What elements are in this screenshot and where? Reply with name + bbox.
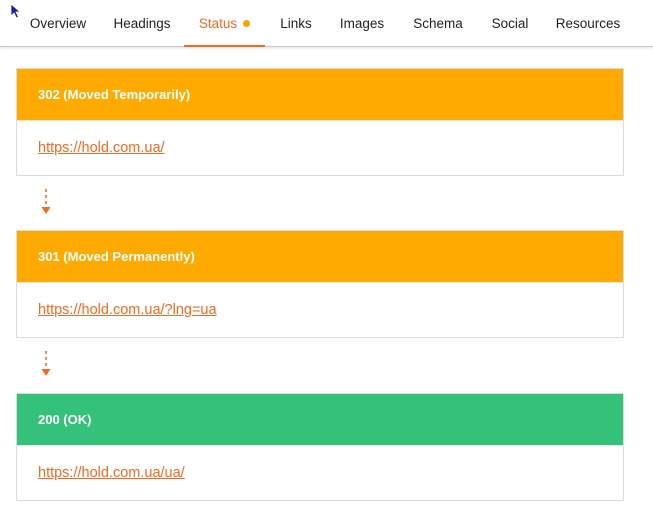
tab-schema[interactable]: Schema <box>405 0 471 46</box>
tab-headings[interactable]: Headings <box>104 0 180 46</box>
mouse-pointer-icon <box>10 3 22 19</box>
url-row: https://hold.com.ua/ua/ <box>17 445 623 500</box>
status-indicator-dot <box>243 19 251 27</box>
tab-images[interactable]: Images <box>332 0 392 46</box>
redirect-card: 302 (Moved Temporarily) https://hold.com… <box>16 68 624 176</box>
tab-headings-label: Headings <box>113 15 171 31</box>
status-header: 301 (Moved Permanently) <box>17 231 623 282</box>
status-panel: Overview Headings Status Links Images Sc… <box>0 0 653 512</box>
status-header: 302 (Moved Temporarily) <box>17 69 623 120</box>
status-code-label: 302 (Moved Temporarily) <box>38 87 191 102</box>
tab-status-label: Status <box>198 15 238 31</box>
status-code-label: 200 (OK) <box>38 412 92 427</box>
redirect-card: 301 (Moved Permanently) https://hold.com… <box>16 230 624 338</box>
tab-social[interactable]: Social <box>483 0 537 46</box>
tab-links[interactable]: Links <box>270 0 322 46</box>
url-row: https://hold.com.ua/ <box>17 120 623 175</box>
redirect-url-link[interactable]: https://hold.com.ua/ <box>38 140 165 156</box>
tab-schema-label: Schema <box>413 15 463 31</box>
final-url-link[interactable]: https://hold.com.ua/ua/ <box>38 465 185 481</box>
tab-images-label: Images <box>339 15 385 31</box>
status-header: 200 (OK) <box>17 394 623 445</box>
status-code-label: 301 (Moved Permanently) <box>38 249 195 264</box>
tab-bar: Overview Headings Status Links Images Sc… <box>0 0 653 47</box>
tab-status[interactable]: Status <box>184 0 265 47</box>
dashed-down-arrow-icon <box>41 351 51 376</box>
tab-resources-label: Resources <box>555 15 621 31</box>
tab-overview[interactable]: Overview <box>18 0 98 46</box>
tab-links-label: Links <box>280 15 312 31</box>
tab-overview-label: Overview <box>29 15 87 31</box>
tab-resources[interactable]: Resources <box>548 0 628 46</box>
dashed-down-arrow-icon <box>41 189 51 214</box>
tab-social-label: Social <box>491 15 529 31</box>
final-status-card: 200 (OK) https://hold.com.ua/ua/ <box>16 393 624 501</box>
redirect-url-link[interactable]: https://hold.com.ua/?lng=ua <box>38 302 217 318</box>
url-row: https://hold.com.ua/?lng=ua <box>17 282 623 337</box>
